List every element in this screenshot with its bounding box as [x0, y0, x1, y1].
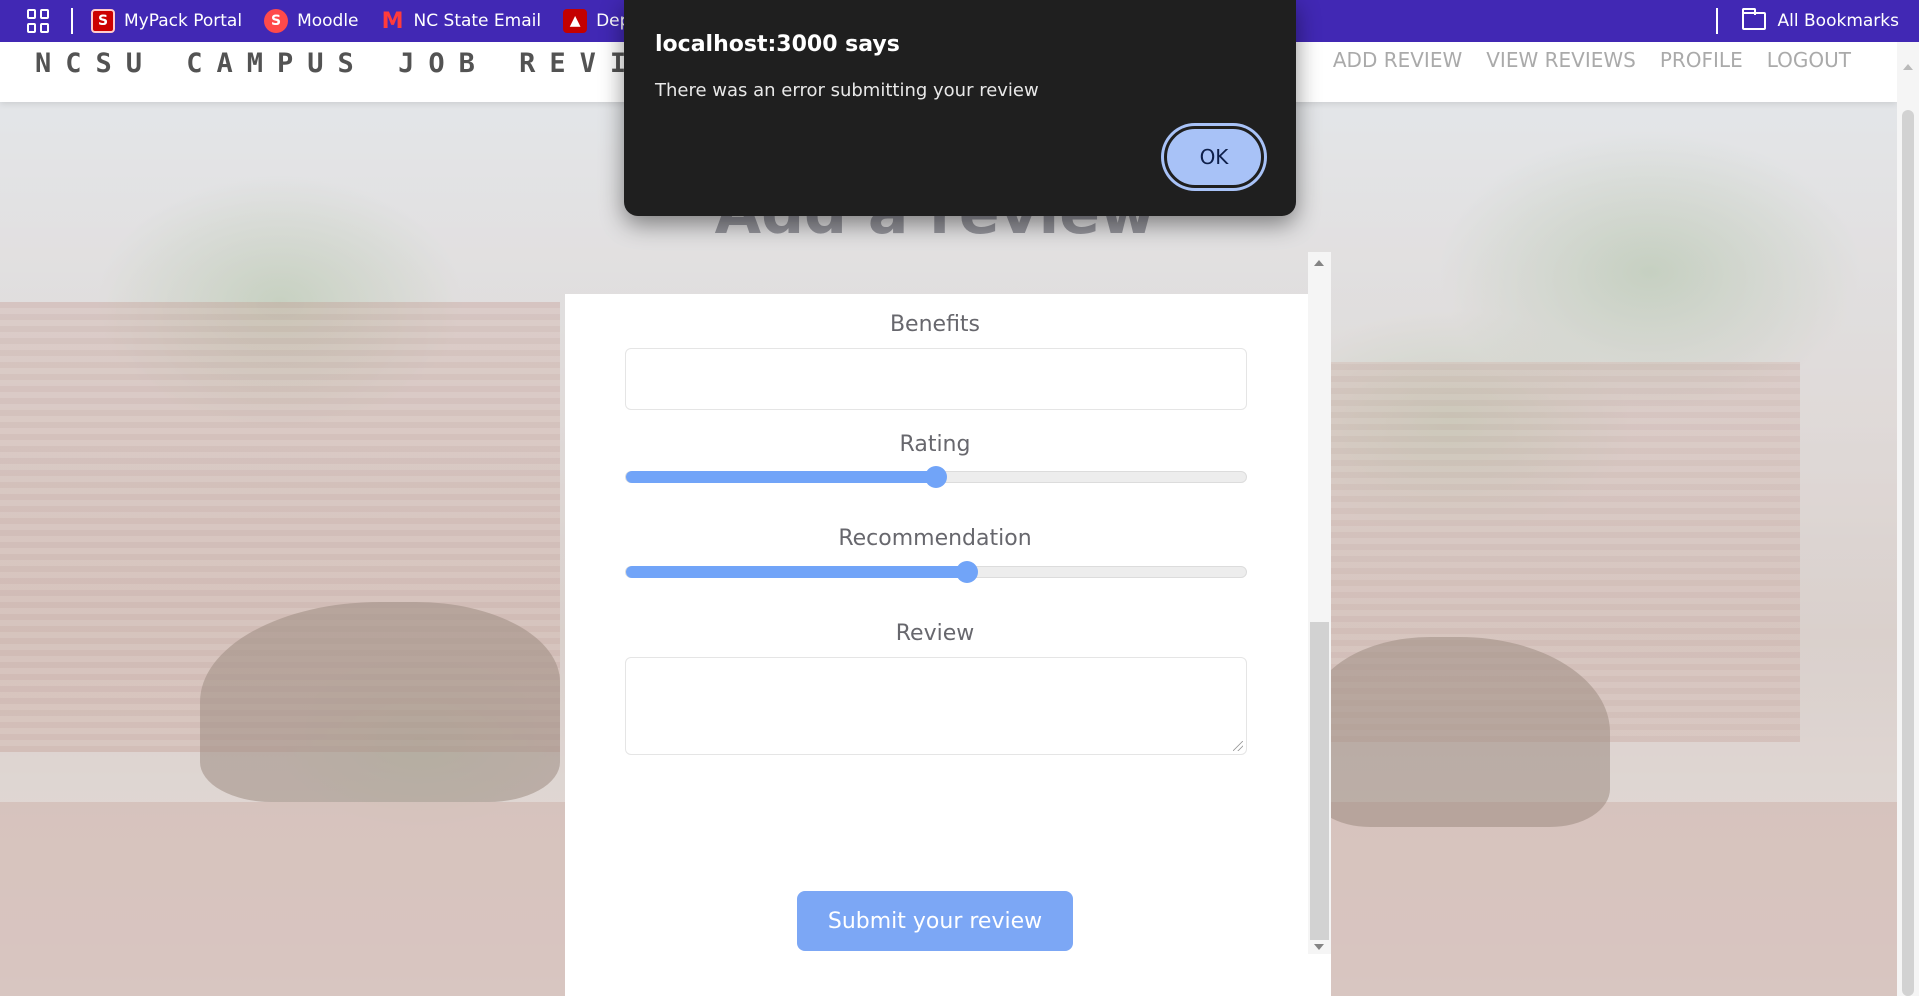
benefits-label: Benefits	[889, 312, 981, 337]
scroll-down-arrow-icon[interactable]	[1314, 944, 1324, 950]
page-scrollbar-thumb[interactable]	[1902, 110, 1914, 996]
nav-links: ADD REVIEW VIEW REVIEWS PROFILE LOGOUT	[1333, 48, 1851, 72]
page-scrollbar[interactable]	[1897, 42, 1919, 996]
nav-add-review[interactable]: ADD REVIEW	[1333, 48, 1462, 72]
rating-slider-fill	[626, 471, 936, 483]
moodle-icon: S	[264, 9, 289, 33]
wolf-statue-image	[200, 602, 560, 802]
bookmark-moodle[interactable]: S Moodle	[264, 9, 359, 33]
nav-profile[interactable]: PROFILE	[1660, 48, 1743, 72]
recommendation-label: Recommendation	[838, 526, 1032, 551]
wolf-icon: ▲	[563, 9, 588, 33]
review-textarea[interactable]	[625, 657, 1247, 755]
rating-slider-handle[interactable]	[925, 466, 947, 488]
folder-icon	[1741, 8, 1766, 30]
recommendation-slider-fill	[626, 566, 967, 578]
form-scrollbar-thumb[interactable]	[1310, 622, 1329, 940]
scroll-up-arrow-icon[interactable]	[1903, 64, 1913, 70]
bookmark-dep[interactable]: ▲ Dep	[563, 9, 630, 33]
alert-title: localhost:3000 says	[655, 32, 900, 57]
review-form: Benefits Rating Recommendation Review Su…	[565, 294, 1331, 996]
benefits-input[interactable]	[625, 348, 1247, 410]
bookmarks-divider	[71, 8, 73, 34]
review-label: Review	[895, 621, 975, 646]
all-bookmarks[interactable]: All Bookmarks	[1715, 0, 1899, 42]
bookmark-mypack-portal[interactable]: S MyPack Portal	[91, 9, 242, 33]
apps-grid-icon[interactable]	[27, 9, 51, 33]
ncsu-logo-icon: S	[91, 9, 115, 33]
rating-slider[interactable]	[625, 466, 1247, 488]
submit-review-button[interactable]: Submit your review	[797, 891, 1073, 951]
site-brand[interactable]: NCSU CAMPUS JOB REVIEW	[35, 48, 701, 79]
rating-label: Rating	[899, 432, 971, 457]
bookmark-nc-state-email[interactable]: M NC State Email	[381, 8, 542, 34]
nav-view-reviews[interactable]: VIEW REVIEWS	[1486, 48, 1636, 72]
alert-dialog: localhost:3000 says There was an error s…	[624, 0, 1296, 216]
all-bookmarks-label: All Bookmarks	[1777, 11, 1899, 31]
nav-logout[interactable]: LOGOUT	[1767, 48, 1851, 72]
recommendation-slider[interactable]	[625, 561, 1247, 583]
resize-grip-icon[interactable]	[1233, 741, 1243, 751]
form-scrollbar[interactable]	[1308, 252, 1331, 954]
bookmark-label: Moodle	[297, 11, 359, 31]
scroll-up-arrow-icon[interactable]	[1314, 260, 1324, 266]
wolf-statue-image	[1310, 637, 1610, 827]
bookmark-label: MyPack Portal	[124, 11, 243, 31]
bookmark-label: NC State Email	[413, 11, 542, 31]
bookmarks-divider	[1715, 8, 1718, 34]
alert-message: There was an error submitting your revie…	[655, 80, 1039, 101]
recommendation-slider-handle[interactable]	[956, 561, 978, 583]
gmail-icon: M	[381, 8, 404, 34]
alert-ok-button[interactable]: OK	[1164, 126, 1264, 188]
